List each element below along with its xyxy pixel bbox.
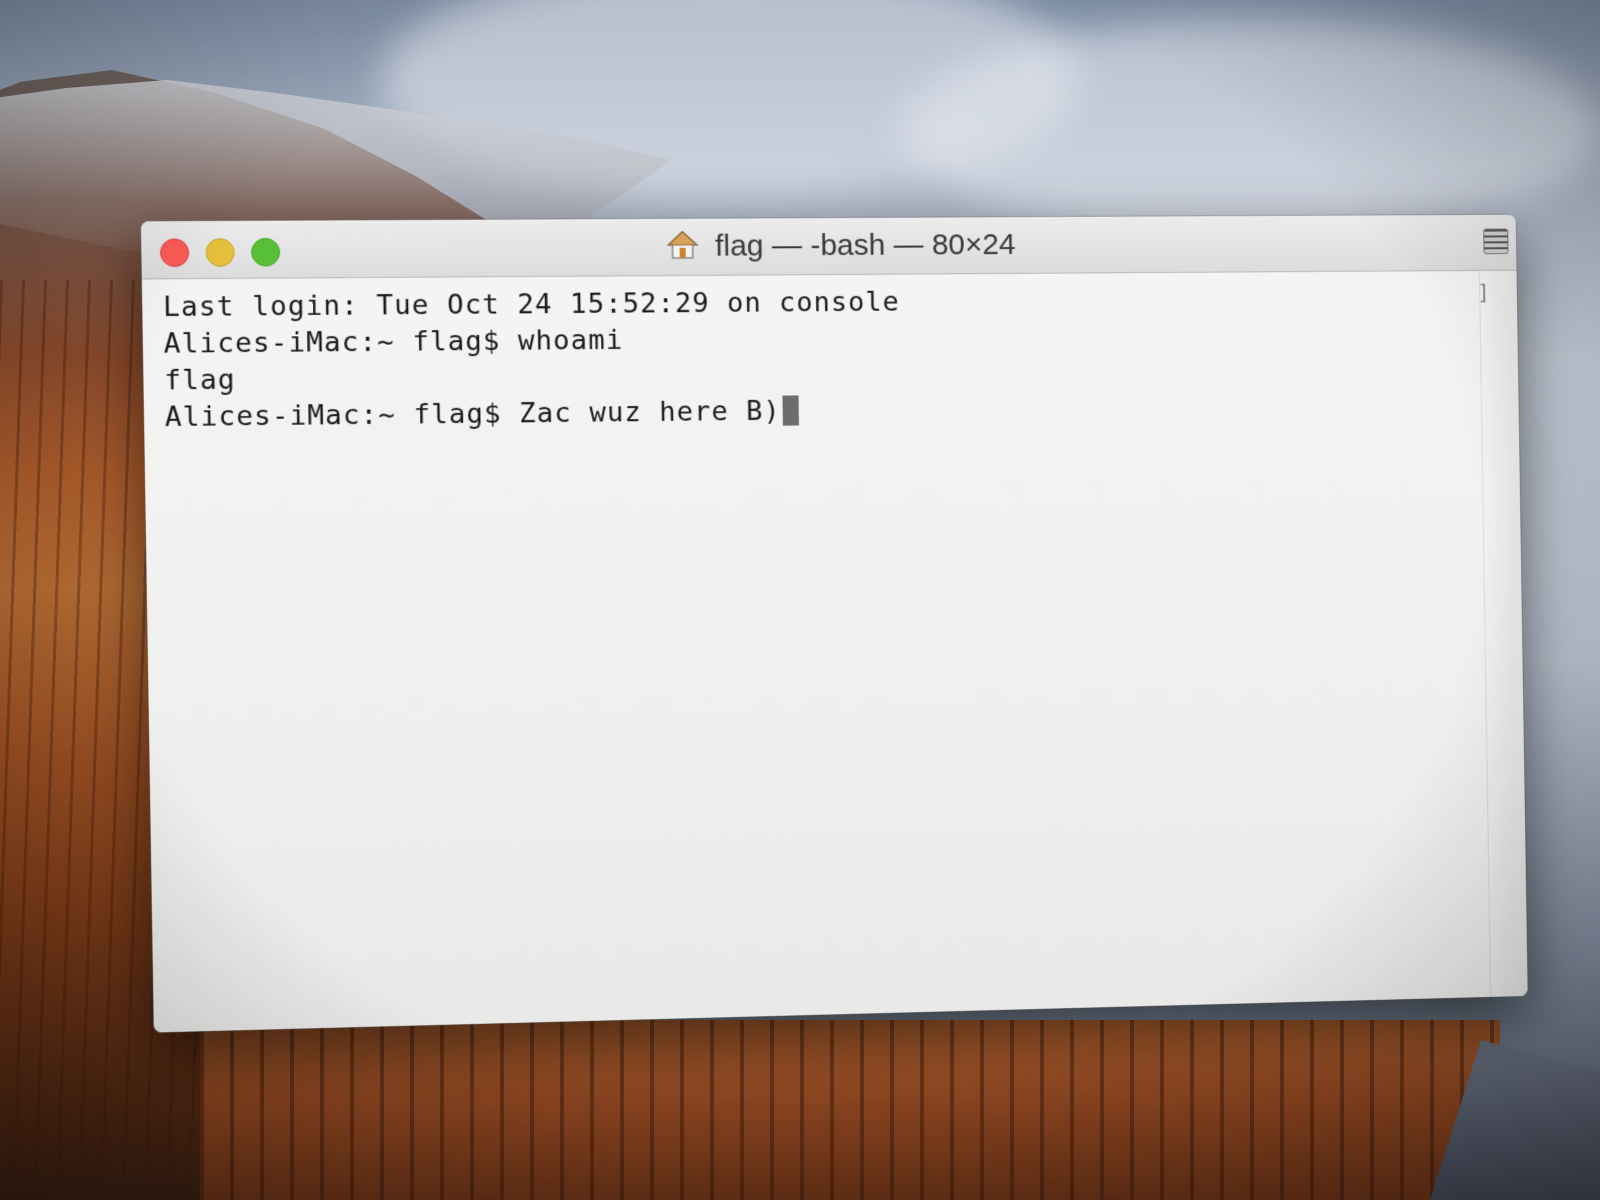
text-cursor bbox=[782, 395, 799, 425]
terminal-line-text: Alices-iMac:~ flag$ Zac wuz here B) bbox=[165, 396, 781, 434]
window-title-text: flag — -bash — 80×24 bbox=[715, 228, 1016, 263]
window-title: flag — -bash — 80×24 bbox=[141, 225, 1516, 269]
wallpaper-cliff-base bbox=[200, 1020, 1500, 1200]
scrollbar[interactable] bbox=[1479, 271, 1528, 998]
split-pane-icon[interactable] bbox=[1483, 229, 1508, 255]
terminal-output[interactable]: Last login: Tue Oct 24 15:52:29 on conso… bbox=[142, 271, 1528, 1033]
window-titlebar[interactable]: flag — -bash — 80×24 bbox=[141, 215, 1517, 280]
wallpaper-cloud bbox=[900, 20, 1600, 240]
desktop-wallpaper: flag — -bash — 80×24 Last login: Tue Oct… bbox=[0, 0, 1600, 1200]
home-icon bbox=[666, 229, 699, 261]
scroll-marker: ] bbox=[1477, 281, 1490, 306]
terminal-window[interactable]: flag — -bash — 80×24 Last login: Tue Oct… bbox=[141, 215, 1528, 1033]
